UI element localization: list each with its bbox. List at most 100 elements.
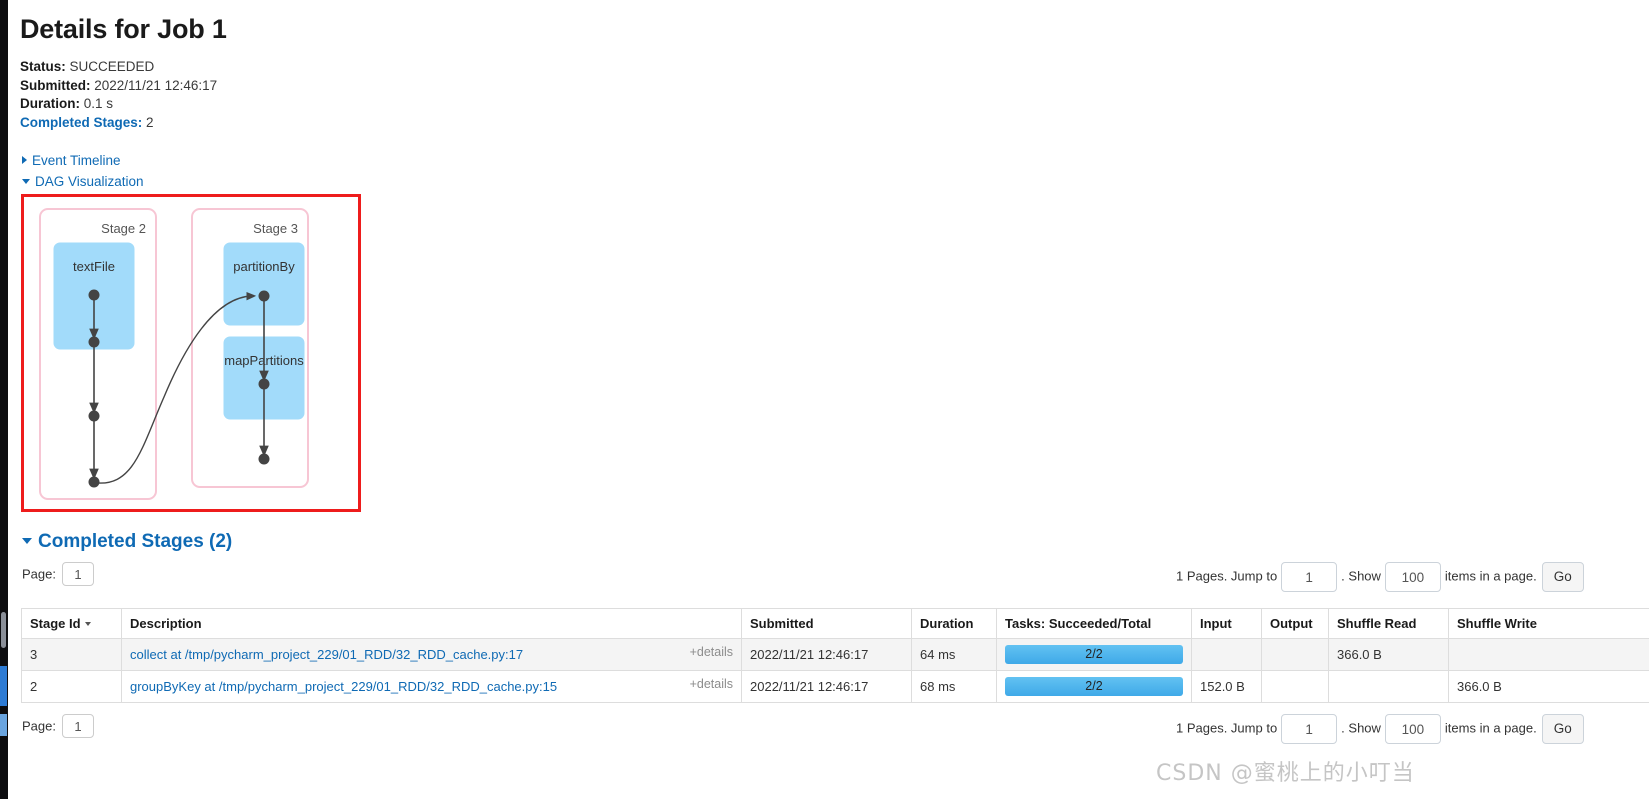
tasks-progress-bar: 2/2 <box>1005 677 1183 696</box>
meta-duration-row: Duration: 0.1 s <box>20 95 217 114</box>
stage-description-link[interactable]: groupByKey at /tmp/pycharm_project_229/0… <box>130 679 557 694</box>
toggle-event-timeline[interactable]: Event Timeline <box>22 150 144 171</box>
col-duration[interactable]: Duration <box>911 608 997 639</box>
chevron-right-icon <box>22 156 27 164</box>
page-title: Details for Job 1 <box>20 14 227 44</box>
col-output-label: Output <box>1270 616 1313 631</box>
chevron-down-icon <box>22 538 32 544</box>
col-input-label: Input <box>1200 616 1232 631</box>
dag-node-s2-c <box>88 410 100 422</box>
toggle-dag-visualization-label: DAG Visualization <box>35 174 144 189</box>
col-shuffle-read-label: Shuffle Read <box>1337 616 1417 631</box>
cell-input <box>1191 638 1262 671</box>
top-pager-show-input[interactable]: 100 <box>1384 562 1441 592</box>
top-page-label: Page: <box>22 566 56 582</box>
cell-duration: 68 ms <box>911 670 997 703</box>
dag-graph: Stage 2 textFile Stage 3 partitionBy map… <box>39 208 309 500</box>
toggle-event-timeline-label: Event Timeline <box>32 153 121 168</box>
details-toggle[interactable]: +details <box>690 677 733 691</box>
bottom-pager-go-button[interactable]: Go <box>1541 714 1584 744</box>
meta-duration-label: Duration: <box>20 96 80 111</box>
top-pager-items-text: items in a page. <box>1444 568 1537 584</box>
top-pager-jump-input[interactable]: 1 <box>1281 562 1338 592</box>
top-pager-pages-text: 1 Pages. Jump to <box>1176 568 1278 584</box>
edge-accent-marker <box>0 666 7 706</box>
bottom-pager-jump-input[interactable]: 1 <box>1281 714 1338 744</box>
edge-scrollbar-thumb[interactable] <box>1 612 6 648</box>
tasks-progress-bar: 2/2 <box>1005 645 1183 664</box>
col-output[interactable]: Output <box>1261 608 1329 639</box>
meta-submitted-label: Submitted: <box>20 77 91 93</box>
cell-shuffle-write: 366.0 B <box>1448 670 1649 703</box>
bottom-pager-show-text: . Show <box>1341 720 1381 736</box>
dag-stage-2-label: Stage 2 <box>101 221 146 236</box>
dag-node-s2-a <box>88 289 100 301</box>
dag-node-s3-b <box>258 378 270 390</box>
meta-status-row: Status: SUCCEEDED <box>20 58 217 77</box>
table-row: 3 collect at /tmp/pycharm_project_229/01… <box>21 638 1649 671</box>
col-submitted[interactable]: Submitted <box>741 608 912 639</box>
col-shuffle-write-label: Shuffle Write <box>1457 616 1537 631</box>
dag-visualization-panel[interactable]: Stage 2 textFile Stage 3 partitionBy map… <box>21 194 361 512</box>
completed-stages-table: Stage Id Description Submitted Duration … <box>21 608 1649 703</box>
dag-rdd-textfile-label: textFile <box>73 259 115 274</box>
top-page-input[interactable]: 1 <box>61 562 94 586</box>
top-page-control: Page: 1 <box>22 562 94 586</box>
bottom-page-input[interactable]: 1 <box>61 714 94 738</box>
dag-node-s3-c <box>258 453 270 465</box>
cell-submitted: 2022/11/21 12:46:17 <box>741 670 912 703</box>
dag-node-s3-a <box>258 290 270 302</box>
cell-shuffle-read <box>1328 670 1449 703</box>
col-tasks[interactable]: Tasks: Succeeded/Total <box>996 608 1192 639</box>
bottom-pager: 1 Pages. Jump to 1. Show 100 items in a pag… <box>1176 714 1584 744</box>
bottom-pager-items-text: items in a page. <box>1444 720 1537 736</box>
toggle-dag-visualization[interactable]: DAG Visualization <box>22 171 144 192</box>
col-input[interactable]: Input <box>1191 608 1262 639</box>
col-stage-id[interactable]: Stage Id <box>21 608 122 639</box>
stage-description-link[interactable]: collect at /tmp/pycharm_project_229/01_R… <box>130 647 523 662</box>
meta-submitted-row: Submitted: 2022/11/21 12:46:17 <box>20 77 217 96</box>
bottom-page-label: Page: <box>22 718 56 734</box>
cell-tasks: 2/2 <box>996 638 1192 671</box>
cell-stage-id: 3 <box>21 638 122 671</box>
dag-stage-3-label: Stage 3 <box>253 221 298 236</box>
cell-input: 152.0 B <box>1191 670 1262 703</box>
job-meta-list: Status: SUCCEEDED Submitted: 2022/11/21 … <box>20 58 217 132</box>
cell-output <box>1261 638 1329 671</box>
meta-completed-stages-row: Completed Stages: 2 <box>20 114 217 133</box>
completed-stages-heading-label: Completed Stages (2) <box>38 531 233 552</box>
meta-status-value: SUCCEEDED <box>69 59 155 74</box>
top-pager-go-button[interactable]: Go <box>1541 562 1584 592</box>
completed-stages-heading[interactable]: Completed Stages (2) <box>22 531 232 553</box>
table-row: 2 groupByKey at /tmp/pycharm_project_229… <box>21 670 1649 703</box>
cell-duration: 64 ms <box>911 638 997 671</box>
meta-completed-stages-label[interactable]: Completed Stages: <box>20 115 142 130</box>
col-stage-id-label: Stage Id <box>30 616 81 631</box>
bottom-page-control: Page: 1 <box>22 714 94 738</box>
cell-description: collect at /tmp/pycharm_project_229/01_R… <box>121 638 742 671</box>
col-shuffle-read[interactable]: Shuffle Read <box>1328 608 1449 639</box>
cell-output <box>1261 670 1329 703</box>
col-duration-label: Duration <box>920 616 974 631</box>
col-shuffle-write[interactable]: Shuffle Write <box>1448 608 1649 639</box>
dag-rdd-partitionby-label: partitionBy <box>233 259 295 274</box>
watermark: CSDN @蜜桃上的小叮当 <box>1156 761 1415 786</box>
cell-stage-id: 2 <box>21 670 122 703</box>
bottom-pager-show-input[interactable]: 100 <box>1384 714 1441 744</box>
meta-submitted-value: 2022/11/21 12:46:17 <box>94 77 218 93</box>
cell-tasks: 2/2 <box>996 670 1192 703</box>
cell-submitted: 2022/11/21 12:46:17 <box>741 638 912 671</box>
col-submitted-label: Submitted <box>750 616 814 631</box>
col-description[interactable]: Description <box>121 608 742 639</box>
details-toggle[interactable]: +details <box>690 645 733 659</box>
cell-description: groupByKey at /tmp/pycharm_project_229/0… <box>121 670 742 703</box>
page-content: Details for Job 1 Status: SUCCEEDED Subm… <box>8 0 1649 799</box>
col-tasks-label: Tasks: Succeeded/Total <box>1005 616 1152 631</box>
table-header-row: Stage Id Description Submitted Duration … <box>21 608 1649 639</box>
top-pager-show-text: . Show <box>1341 568 1381 584</box>
meta-status-label: Status: <box>20 59 66 74</box>
col-description-label: Description <box>130 616 202 631</box>
visualization-toggles: Event Timeline DAG Visualization <box>22 150 144 192</box>
dag-node-s2-d <box>88 476 100 488</box>
page-root: Details for Job 1 Status: SUCCEEDED Subm… <box>0 0 1649 799</box>
